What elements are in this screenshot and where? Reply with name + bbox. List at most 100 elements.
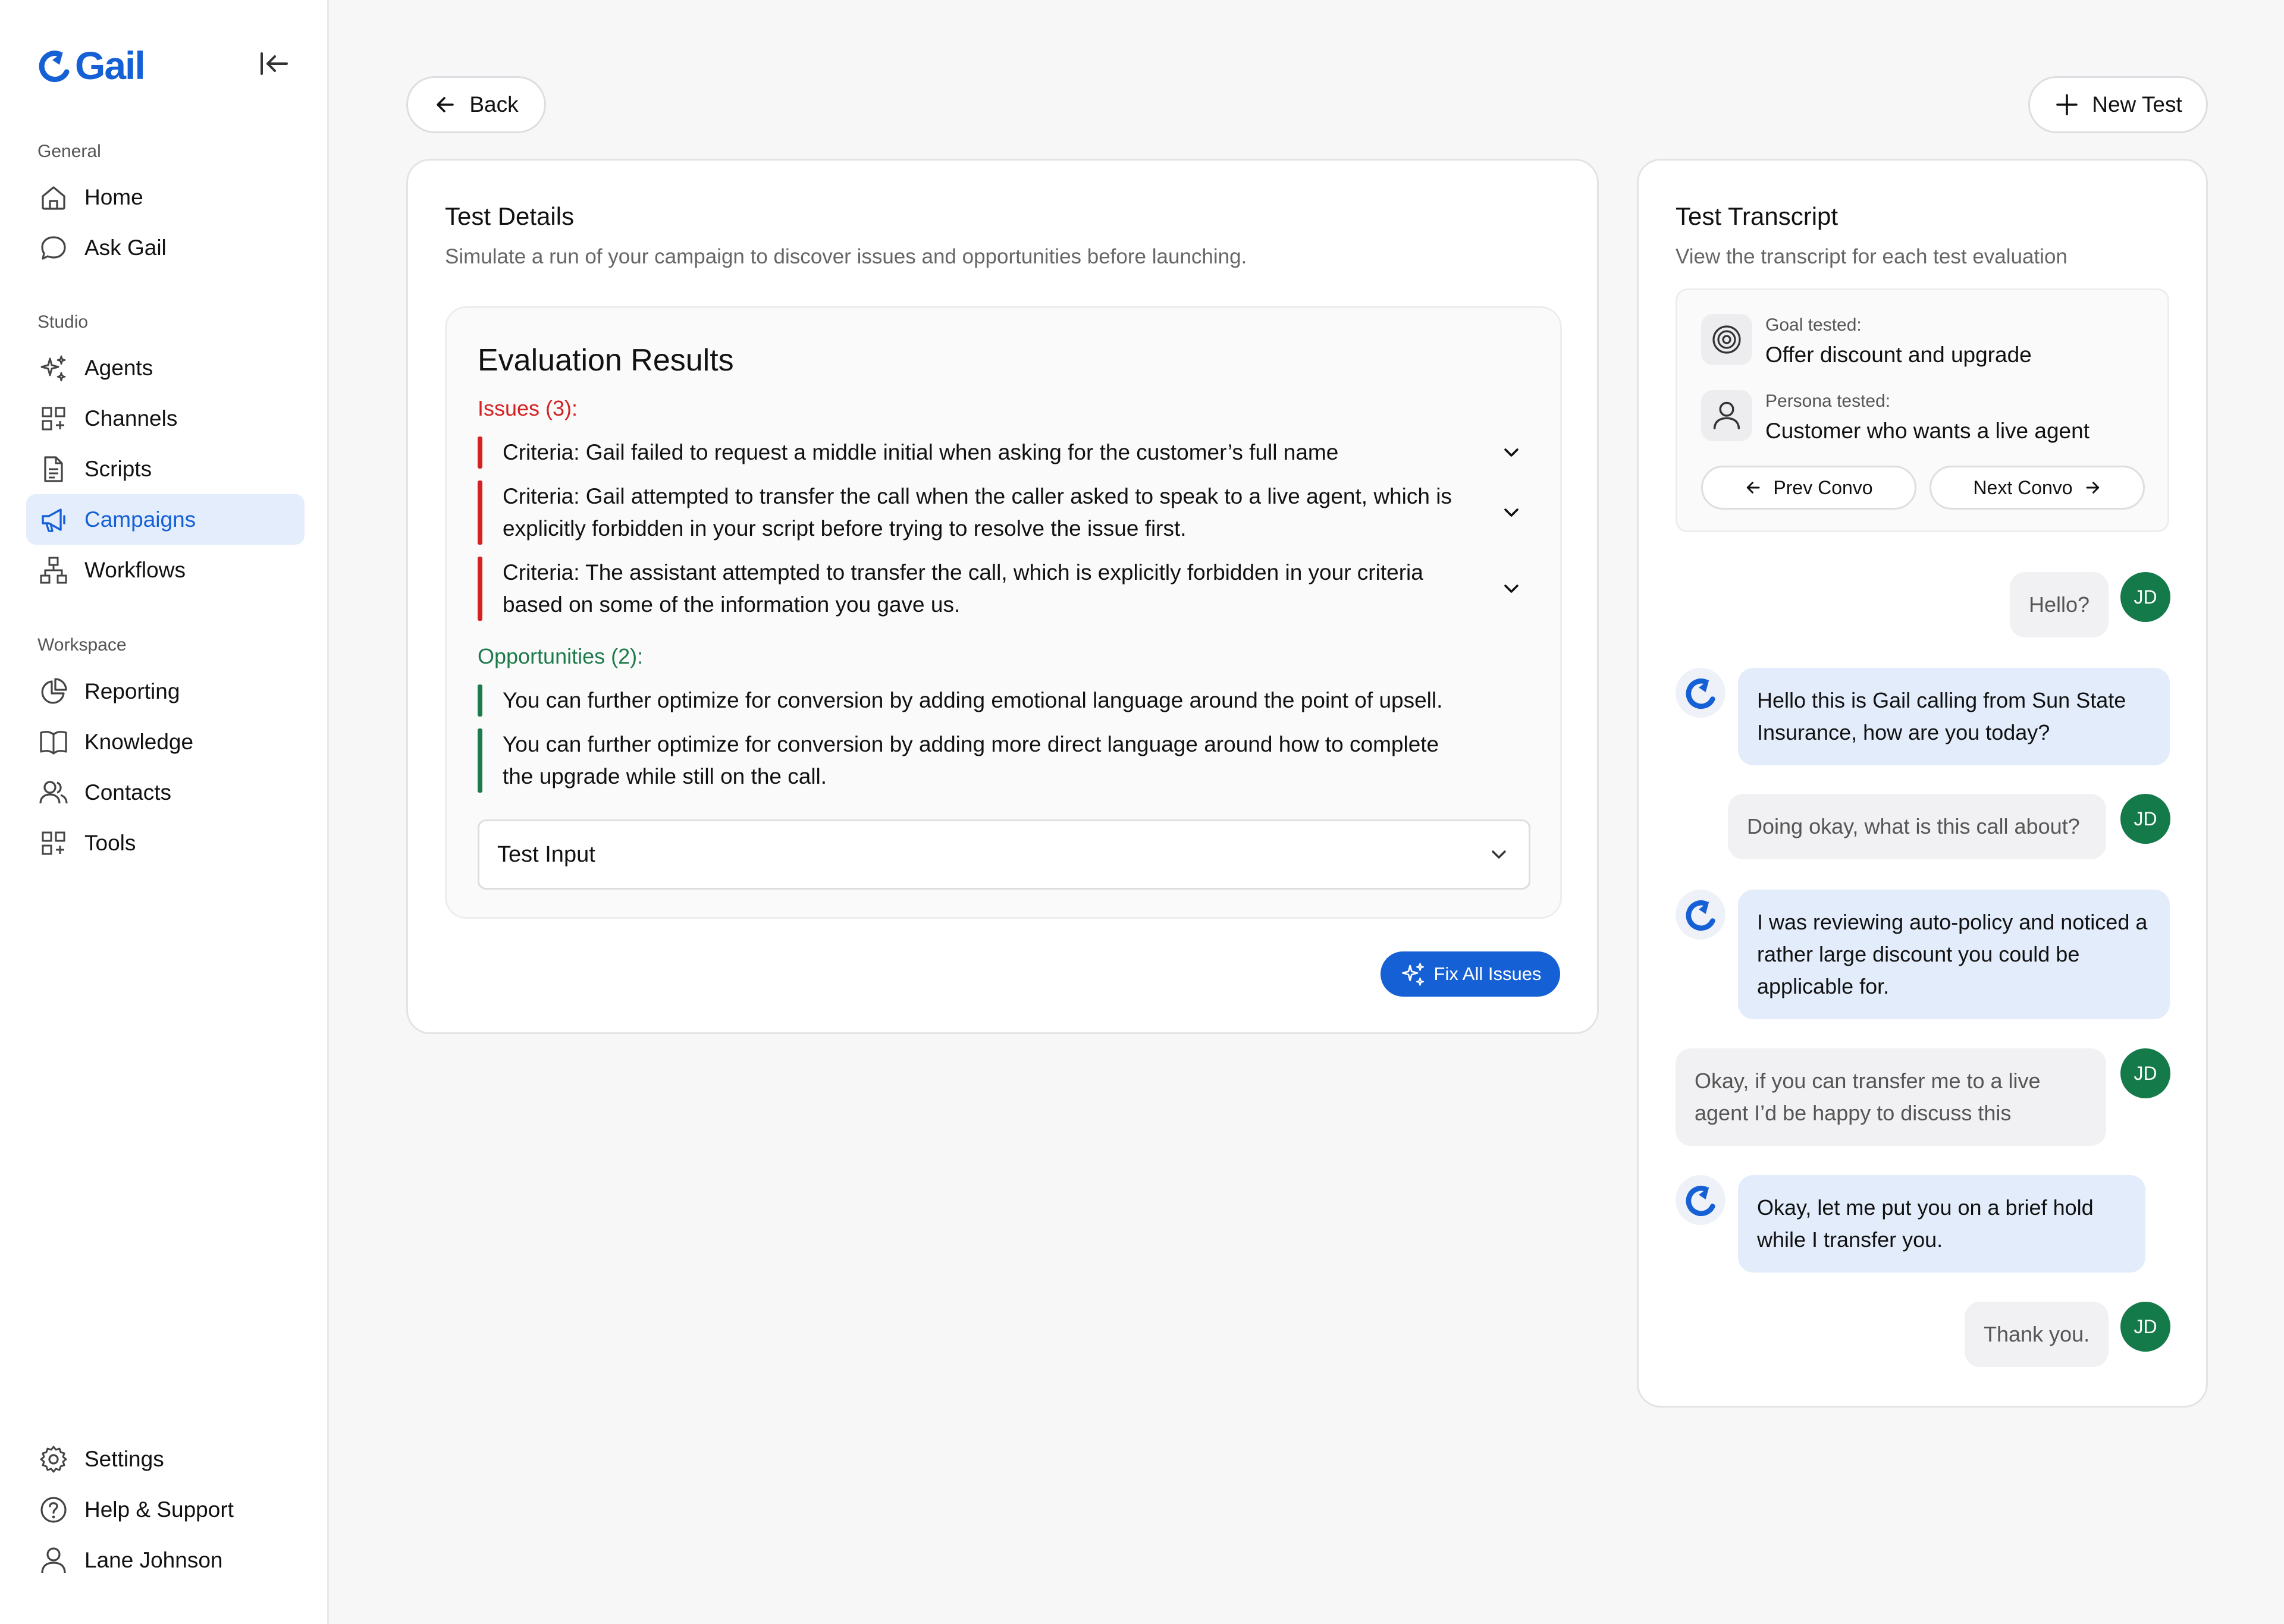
prev-convo-label: Prev Convo — [1773, 476, 1873, 498]
chevron-down-icon[interactable] — [1498, 576, 1524, 602]
sidebar-item-agents[interactable]: Agents — [26, 343, 305, 393]
opportunity-text: You can further optimize for conversion … — [503, 732, 1439, 789]
sparkle-icon — [40, 355, 66, 381]
opportunity-item: You can further optimize for conversion … — [478, 684, 1524, 717]
sidebar-item-reporting[interactable]: Reporting — [26, 666, 305, 717]
test-input-dropdown[interactable]: Test Input — [478, 819, 1530, 890]
persona-icon-wrap — [1701, 390, 1752, 441]
opportunity-text: You can further optimize for conversion … — [503, 688, 1443, 712]
sidebar-item-home[interactable]: Home — [26, 172, 305, 222]
sidebar-item-knowledge[interactable]: Knowledge — [26, 717, 305, 767]
user-avatar: JD — [2120, 1302, 2170, 1352]
test-details-card: Test Details Simulate a run of your camp… — [406, 159, 1599, 1034]
test-details-title: Test Details — [445, 202, 575, 230]
opportunity-marker — [478, 684, 482, 717]
sidebar-item-contacts[interactable]: Contacts — [26, 767, 305, 818]
help-icon — [40, 1496, 67, 1523]
issue-item[interactable]: Criteria: Gail failed to request a middl… — [478, 436, 1524, 469]
evaluation-results-panel: Evaluation Results Issues (3): Criteria:… — [445, 306, 1562, 919]
issue-text: Criteria: Gail attempted to transfer the… — [503, 484, 1452, 541]
issue-marker — [478, 557, 482, 621]
chevron-down-icon[interactable] — [1498, 500, 1524, 526]
opportunity-marker — [478, 728, 482, 793]
pie-chart-icon — [41, 677, 67, 703]
next-convo-label: Next Convo — [1973, 476, 2073, 498]
persona-value: Customer who wants a live agent — [1765, 419, 2090, 443]
home-icon — [42, 186, 65, 210]
arrow-left-icon — [1747, 482, 1760, 494]
prev-convo-button[interactable]: Prev Convo — [1701, 466, 1916, 510]
issue-item[interactable]: Criteria: Gail attempted to transfer the… — [478, 480, 1524, 545]
sidebar-item-profile[interactable]: Lane Johnson — [26, 1535, 305, 1585]
issue-marker — [478, 480, 482, 545]
workflow-icon — [40, 557, 67, 583]
sparkle-icon — [1401, 963, 1424, 986]
opportunity-item: You can further optimize for conversion … — [478, 728, 1524, 793]
user-avatar: JD — [2120, 1048, 2170, 1098]
test-input-label: Test Input — [497, 841, 595, 867]
persona-label: Persona tested: — [1765, 391, 1891, 411]
issue-item[interactable]: Criteria: The assistant attempted to tra… — [478, 557, 1524, 621]
sidebar-item-ask-gail[interactable]: Ask Gail — [26, 222, 305, 273]
sidebar-item-label: Tools — [84, 830, 136, 855]
back-button[interactable]: Back — [406, 76, 546, 133]
sidebar-item-workflows[interactable]: Workflows — [26, 545, 305, 595]
back-label: Back — [469, 92, 519, 117]
gail-logo-icon — [39, 51, 70, 82]
sidebar-item-label: Agents — [84, 355, 153, 380]
opportunities-label: Opportunities (2): — [478, 644, 644, 668]
issue-text: Criteria: The assistant attempted to tra… — [503, 560, 1423, 617]
gail-logo-icon — [1686, 678, 1715, 709]
sidebar-item-scripts[interactable]: Scripts — [26, 444, 305, 494]
issue-marker — [478, 436, 482, 469]
sidebar-item-label: Home — [84, 184, 143, 209]
user-avatar: JD — [2120, 794, 2170, 844]
grid-plus-icon — [42, 831, 65, 855]
user-message: Hello? — [2010, 572, 2109, 637]
gail-message: Hello this is Gail calling from Sun Stat… — [1738, 668, 2170, 765]
chevron-down-icon — [1492, 850, 1506, 859]
user-message: Okay, if you can transfer me to a live a… — [1676, 1048, 2106, 1146]
collapse-sidebar-button[interactable] — [257, 49, 293, 78]
plus-icon — [2056, 94, 2078, 115]
grid-plus-icon — [42, 407, 65, 430]
goal-value: Offer discount and upgrade — [1765, 343, 2032, 367]
goal-label: Goal tested: — [1765, 315, 1862, 335]
sidebar-item-settings[interactable]: Settings — [26, 1434, 305, 1484]
gail-logo-icon — [1686, 900, 1715, 931]
chat-bubble-icon — [41, 235, 66, 260]
sidebar-item-label: Reporting — [84, 679, 180, 703]
arrow-right-icon — [2086, 482, 2099, 494]
section-label-workspace: Workspace — [37, 635, 127, 655]
fix-all-issues-button[interactable]: Fix All Issues — [1381, 951, 1560, 997]
target-icon — [1712, 325, 1741, 354]
new-test-button[interactable]: New Test — [2028, 76, 2208, 133]
sidebar-item-label: Channels — [84, 406, 178, 431]
evaluation-results-title: Evaluation Results — [478, 343, 734, 378]
gear-icon — [40, 1446, 67, 1472]
user-avatar: JD — [2120, 572, 2170, 622]
gail-message: Okay, let me put you on a brief hold whi… — [1738, 1175, 2145, 1273]
new-test-label: New Test — [2092, 92, 2182, 117]
sidebar-item-label: Campaigns — [84, 507, 196, 532]
book-icon — [40, 730, 67, 755]
sidebar-item-help[interactable]: Help & Support — [26, 1484, 305, 1535]
sidebar-item-label: Ask Gail — [84, 235, 167, 260]
sidebar-item-label: Scripts — [84, 456, 152, 481]
gail-message: I was reviewing auto-policy and noticed … — [1738, 890, 2170, 1019]
document-icon — [44, 456, 63, 482]
issues-label: Issues (3): — [478, 396, 578, 420]
chevron-down-icon[interactable] — [1498, 439, 1524, 466]
gail-logo[interactable]: Gail — [37, 43, 146, 88]
transcript-title: Test Transcript — [1676, 202, 1839, 230]
test-meta-panel: Goal tested: Offer discount and upgrade … — [1676, 288, 2169, 532]
sidebar-item-campaigns[interactable]: Campaigns — [26, 494, 305, 545]
user-icon — [41, 1547, 66, 1573]
test-transcript-card: Test Transcript View the transcript for … — [1637, 159, 2208, 1408]
sidebar-item-channels[interactable]: Channels — [26, 393, 305, 444]
next-convo-button[interactable]: Next Convo — [1930, 466, 2145, 510]
sidebar-item-label: Help & Support — [84, 1497, 234, 1522]
users-icon — [39, 780, 68, 803]
sidebar-item-tools[interactable]: Tools — [26, 818, 305, 868]
sidebar: Gail General Home Ask Gail Studio Agents… — [0, 0, 329, 1624]
